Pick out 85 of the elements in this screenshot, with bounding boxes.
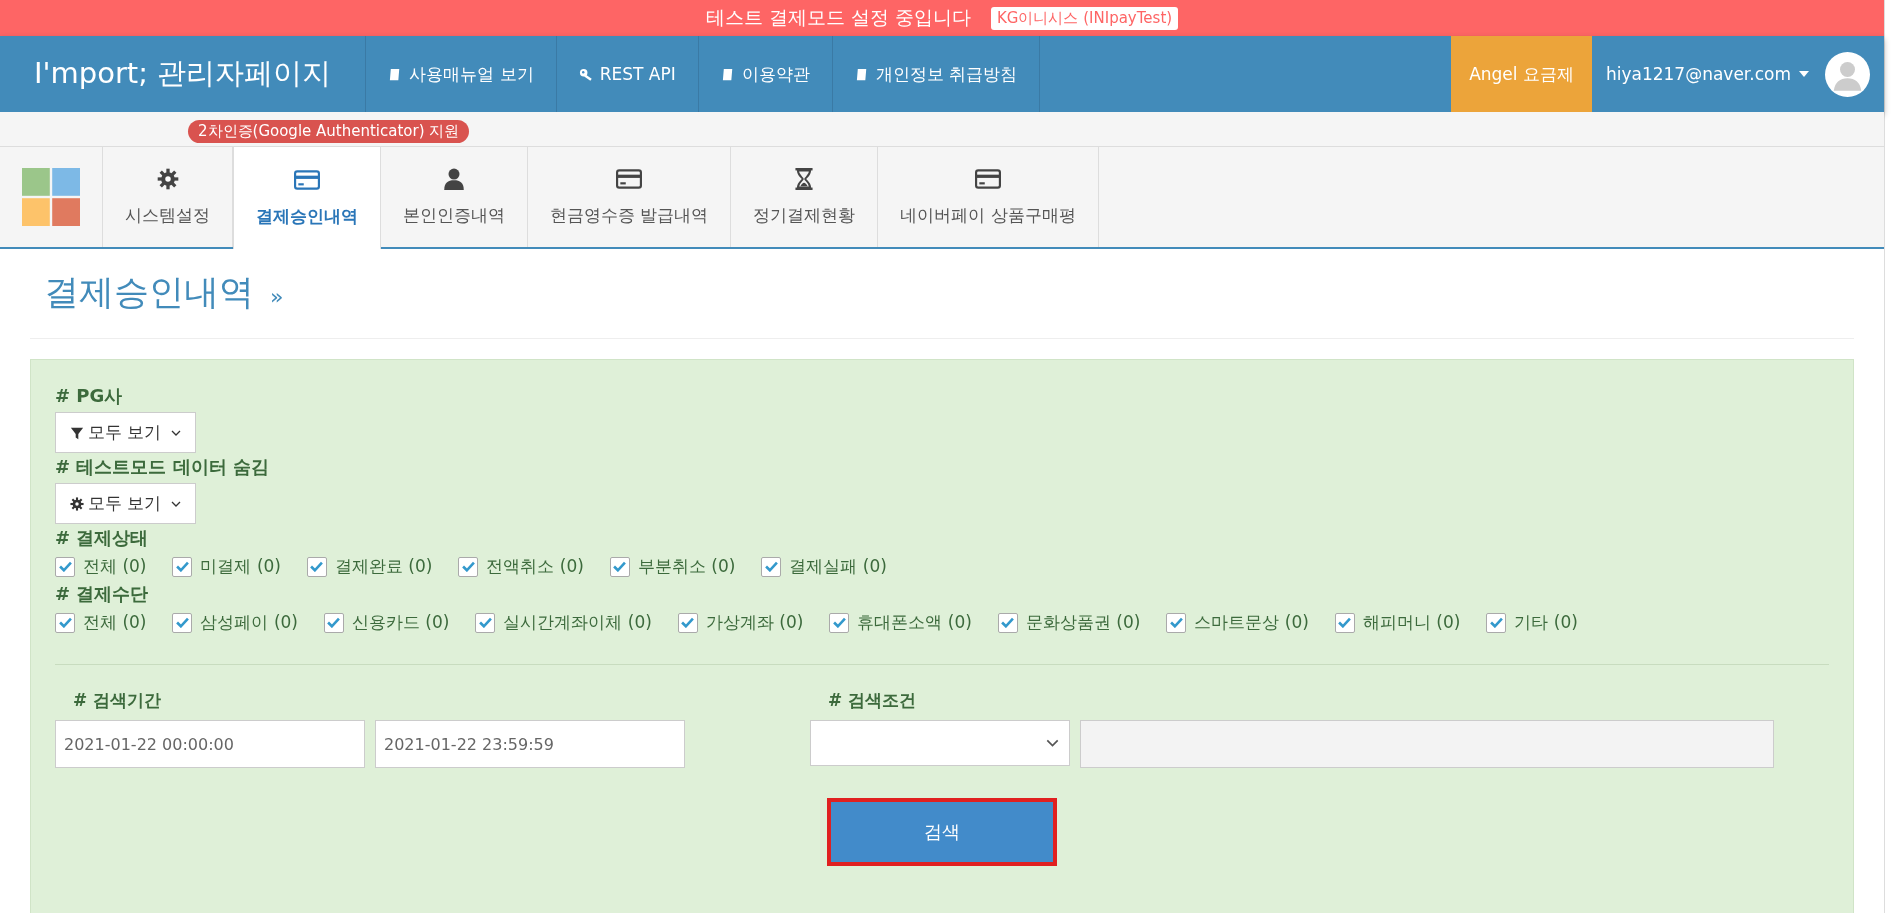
chevron-down-icon	[171, 500, 182, 507]
select-field[interactable]	[810, 720, 1070, 766]
tab[interactable]: 본인인증내역	[381, 147, 528, 247]
checkbox-label: 문화상품권 (0)	[1025, 611, 1141, 634]
checkbox-label: 스마트문상 (0)	[1194, 611, 1309, 634]
checkbox[interactable]	[55, 556, 75, 577]
checkbox-label: 결제실패 (0)	[789, 555, 887, 578]
key-icon	[578, 66, 594, 82]
checkbox-label: 결제완료 (0)	[334, 555, 433, 578]
filter-label: # 결제수단	[55, 582, 150, 606]
checkbox-label: 전액취소 (0)	[486, 555, 584, 578]
checkbox-label: 휴대폰소액 (0)	[857, 611, 972, 634]
chevron-down-icon	[171, 429, 182, 436]
checkbox[interactable]	[475, 612, 496, 633]
caret-icon	[1799, 71, 1809, 77]
tab[interactable]: 네이버페이 상품구매평	[878, 147, 1099, 247]
checkbox-label: 해피머니 (0)	[1362, 611, 1461, 634]
checkbox[interactable]	[997, 612, 1018, 633]
checkmark-icon	[58, 617, 72, 628]
checkmark-icon	[1338, 617, 1352, 628]
person-icon	[441, 167, 467, 190]
chevron-down-icon	[1046, 739, 1059, 747]
search-button[interactable]: 검색	[827, 798, 1057, 866]
tab[interactable]: 결제승인내역	[233, 147, 381, 249]
checkmark-icon	[58, 561, 72, 572]
card-icon	[294, 168, 320, 191]
checkbox[interactable]	[1334, 612, 1355, 633]
checkbox-label: 삼성페이 (0)	[200, 611, 298, 634]
checkmark-icon	[832, 617, 846, 628]
user-menu[interactable]: hiya1217@naver.com	[1591, 36, 1884, 112]
checkbox[interactable]	[1486, 612, 1507, 633]
date-field[interactable]: 2021-01-22 00:00:00	[55, 720, 365, 768]
dropdown-button[interactable]: 모두 보기	[55, 483, 197, 524]
card-icon	[975, 167, 1002, 190]
checkmark-icon	[613, 561, 627, 572]
avatar-icon	[1825, 51, 1870, 97]
gear-icon	[70, 496, 84, 511]
pg-tag: KG이니시스 (INIpayTest)	[991, 6, 1179, 30]
checkmark-icon	[764, 561, 778, 572]
checkbox[interactable]	[323, 612, 344, 633]
tab[interactable]: 현금영수증 발급내역	[528, 147, 732, 247]
checkbox[interactable]	[829, 612, 850, 633]
checkmark-icon	[1489, 617, 1503, 628]
checkmark-icon	[310, 561, 324, 572]
checkbox[interactable]	[609, 556, 630, 577]
checkbox[interactable]	[172, 612, 193, 633]
checkbox-label: 미결제 (0)	[200, 555, 281, 578]
breadcrumb-mark: »	[270, 284, 284, 309]
checkbox-label: 전체 (0)	[83, 611, 147, 634]
search-field[interactable]	[1080, 720, 1774, 768]
checkbox[interactable]	[172, 556, 193, 577]
checkbox-label: 기타 (0)	[1514, 611, 1578, 634]
checkmark-icon	[1001, 617, 1015, 628]
checkmark-icon	[461, 561, 475, 572]
checkbox-label: 부분취소 (0)	[637, 555, 736, 578]
checkbox-label: 실시간계좌이체 (0)	[503, 611, 652, 634]
date-field[interactable]: 2021-01-22 23:59:59	[375, 720, 685, 768]
filter-icon	[70, 425, 84, 440]
checkmark-icon	[327, 617, 341, 628]
checkmark-icon	[1169, 617, 1183, 628]
filter-label: # 검색기간	[73, 689, 163, 712]
filter-label: # 검색조건	[828, 689, 918, 712]
checkbox-label: 전체 (0)	[83, 555, 147, 578]
checkbox[interactable]	[677, 612, 698, 633]
checkbox[interactable]	[761, 556, 782, 577]
checkmark-icon	[176, 617, 189, 628]
checkbox[interactable]	[458, 556, 479, 577]
card-icon	[616, 167, 643, 190]
notice-badge: 2차인증(Google Authenticator) 지원	[188, 120, 470, 143]
logo-icon	[22, 168, 80, 226]
checkmark-icon	[681, 617, 695, 628]
checkmark-icon	[176, 561, 189, 572]
filter-label: # PG사	[55, 384, 124, 408]
checkmark-icon	[478, 617, 492, 628]
page-title: 결제승인내역	[44, 271, 254, 314]
checkbox[interactable]	[55, 612, 75, 633]
tab[interactable]: 정기결제현황	[731, 147, 879, 247]
checkbox[interactable]	[1166, 612, 1187, 633]
dropdown-button[interactable]: 모두 보기	[55, 412, 197, 453]
checkbox[interactable]	[306, 556, 327, 577]
filter-label: # 테스트모드 데이터 숨김	[55, 455, 270, 479]
banner-text: 테스트 결제모드 설정 중입니다	[705, 5, 971, 30]
checkbox-label: 가상계좌 (0)	[705, 611, 804, 634]
checkbox-label: 신용카드 (0)	[351, 611, 450, 634]
filter-label: # 결제상태	[55, 526, 150, 550]
